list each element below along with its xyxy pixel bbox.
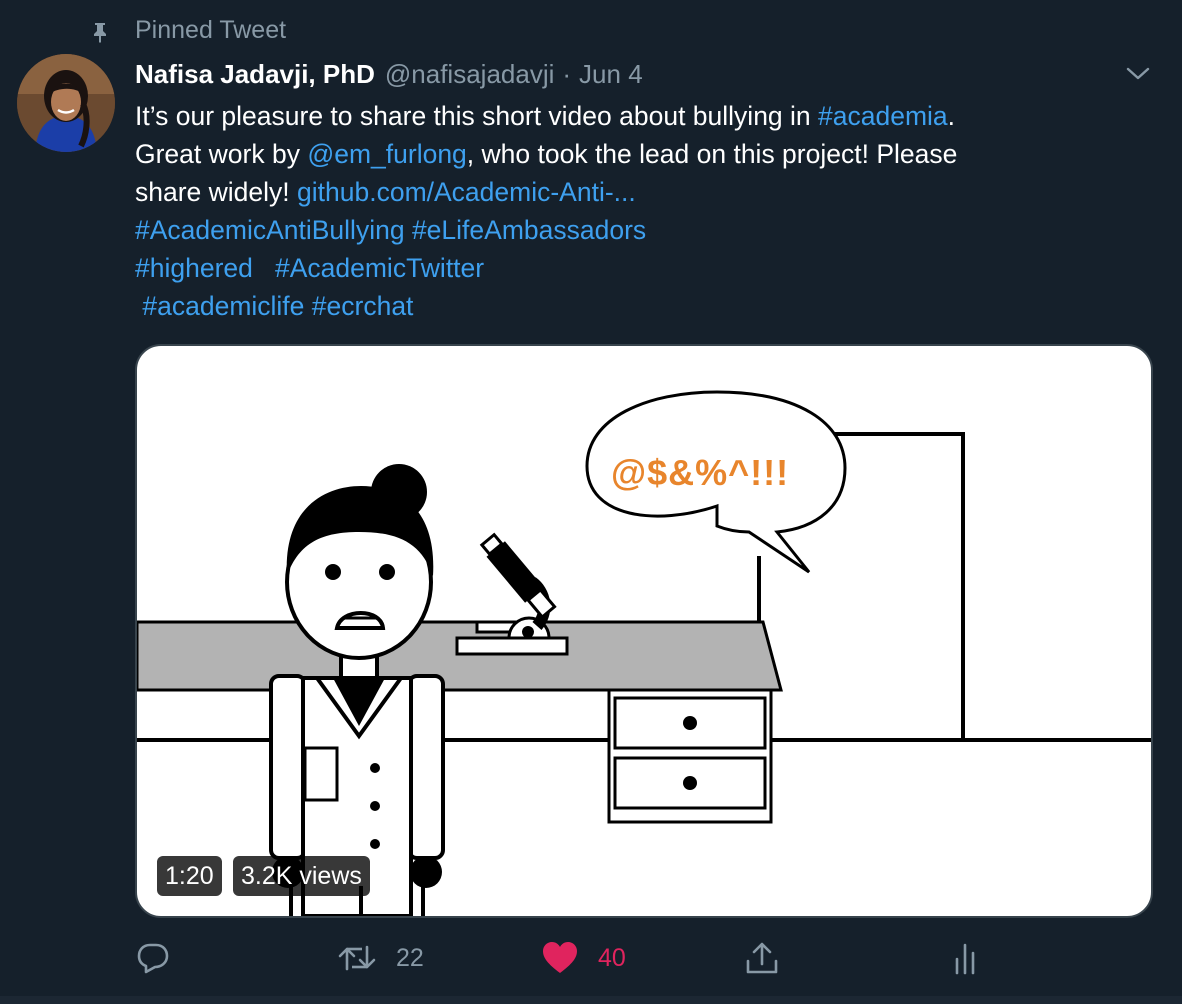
video-frame-illustration [137, 390, 1151, 916]
pinned-tweet-label: Pinned Tweet [135, 16, 287, 44]
avatar[interactable] [17, 54, 115, 152]
tweet-action-bar: 22 40 [0, 930, 1182, 986]
text-segment: share widely! [135, 177, 298, 207]
retweet-button[interactable]: 22 [338, 936, 424, 980]
hashtag-academiclife[interactable]: #academiclife [142, 291, 304, 321]
video-views-badge: 3.2K views [233, 856, 370, 896]
speech-bubble-text: @$&%^!!! [611, 452, 790, 493]
share-icon [746, 942, 778, 974]
hashtag-academia[interactable]: #academia [818, 101, 948, 131]
hashtag-ecrchat[interactable]: #ecrchat [312, 291, 414, 321]
author-handle[interactable]: @nafisajadavji [385, 59, 554, 90]
tweet-text-line: Great work by @em_furlong, who took the … [135, 135, 1155, 173]
author-name[interactable]: Nafisa Jadavji, PhD [135, 59, 375, 90]
text-segment: It’s our pleasure to share this short vi… [135, 101, 819, 131]
video-player[interactable]: @$&%^!!! 1:20 3.2K views [135, 344, 1153, 918]
tweet-text: It’s our pleasure to share this short vi… [135, 97, 1155, 325]
tweet-divider [0, 996, 1182, 1004]
github-link[interactable]: github.com/Academic-Anti-... [297, 177, 636, 207]
like-button[interactable]: 40 [542, 936, 626, 980]
heart-icon [543, 942, 577, 973]
tweet-text-line: It’s our pleasure to share this short vi… [135, 97, 1155, 135]
pin-icon [94, 23, 106, 43]
hashtag-highered[interactable]: #highered [135, 253, 253, 283]
dot-separator: · [562, 58, 572, 89]
tweet-text-line: share widely! github.com/Academic-Anti-.… [135, 173, 1155, 211]
analytics-icon [955, 943, 975, 975]
hashtag-academicantibullying[interactable]: #AcademicAntiBullying [135, 215, 405, 245]
hashtag-elifeambassadors[interactable]: #eLifeAmbassadors [412, 215, 646, 245]
hashtag-academictwitter[interactable]: #AcademicTwitter [275, 253, 484, 283]
text-segment: , who took the lead on this project! Ple… [466, 139, 958, 169]
video-duration-badge: 1:20 [157, 856, 222, 896]
text-segment: . [947, 101, 956, 131]
like-count: 40 [598, 943, 626, 972]
mention-em-furlong[interactable]: @em_furlong [307, 139, 466, 169]
reply-icon [137, 943, 169, 974]
tweet-text-line: #highered #AcademicTwitter [135, 249, 1155, 287]
chevron-down-icon[interactable] [1124, 62, 1152, 86]
reply-button[interactable] [136, 936, 170, 980]
text-segment: Great work by [135, 139, 308, 169]
retweet-icon [338, 945, 376, 971]
tweet-date[interactable]: Jun 4 [579, 59, 643, 90]
tweet-text-line: #academiclife #ecrchat [135, 287, 1155, 325]
tweet-text-line: #AcademicAntiBullying #eLifeAmbassadors [135, 211, 1155, 249]
tweet-header: Nafisa Jadavji, PhD @nafisajadavji · Jun… [135, 56, 643, 92]
analytics-button[interactable] [954, 936, 976, 980]
retweet-count: 22 [396, 943, 424, 972]
share-button[interactable] [745, 936, 779, 980]
